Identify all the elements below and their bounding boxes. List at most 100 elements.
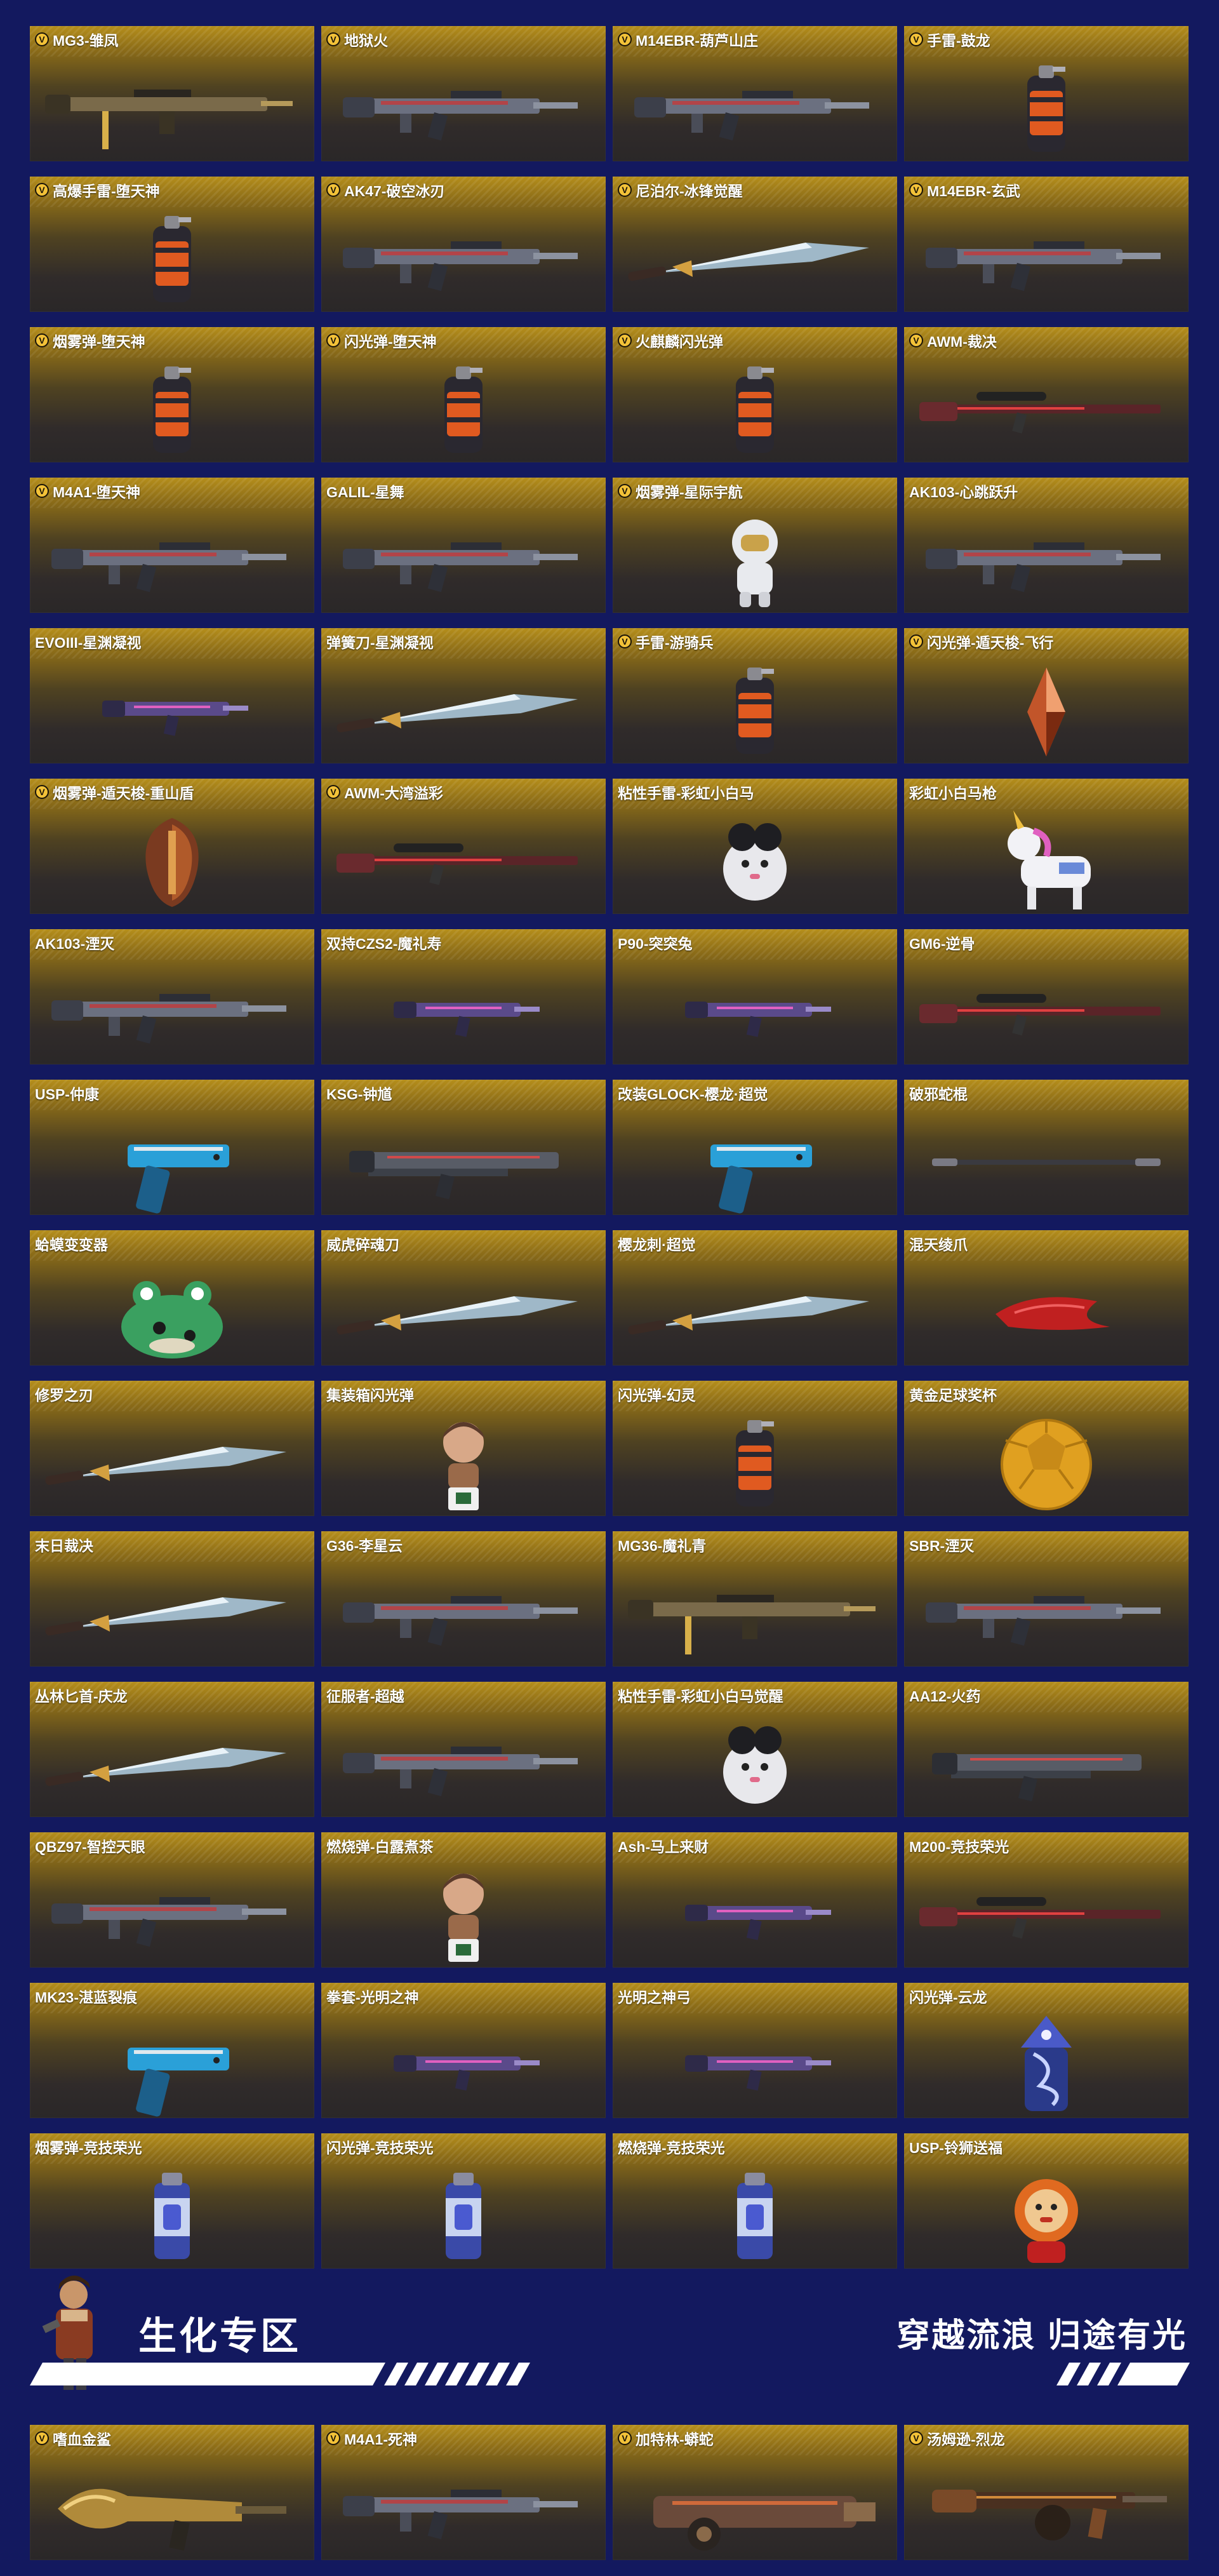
blade-icon xyxy=(613,202,897,312)
item-card[interactable]: GM6-逆骨 xyxy=(904,929,1189,1064)
item-card[interactable]: USP-仲康 xyxy=(30,1080,314,1215)
item-card[interactable]: V M14EBR-玄武 xyxy=(904,177,1189,312)
item-card[interactable]: P90-突突兔 xyxy=(613,929,897,1064)
item-card[interactable]: 破邪蛇棍 xyxy=(904,1080,1189,1215)
item-card[interactable]: Ash-马上来财 xyxy=(613,1832,897,1968)
item-card[interactable]: V 汤姆逊-烈龙 xyxy=(904,2425,1189,2560)
item-card[interactable]: AK103-湮灭 xyxy=(30,929,314,1064)
item-card[interactable]: GALIL-星舞 xyxy=(321,478,606,613)
item-card[interactable]: V 烟雾弹-堕天神 xyxy=(30,327,314,462)
item-card[interactable]: 闪光弹-云龙 xyxy=(904,1983,1189,2118)
item-name: AWM-大湾溢彩 xyxy=(344,785,443,802)
item-card[interactable]: 粘性手雷-彩虹小白马 xyxy=(613,779,897,914)
crystal-icon xyxy=(904,654,1189,763)
smg-icon xyxy=(321,2008,606,2118)
item-card[interactable]: KSG-钟馗 xyxy=(321,1080,606,1215)
item-card[interactable]: G36-李星云 xyxy=(321,1531,606,1667)
item-card[interactable]: V 闪光弹-遁天梭-飞行 xyxy=(904,628,1189,763)
item-card[interactable]: V 地狱火 xyxy=(321,26,606,161)
item-header: 燃烧弹-白露煮茶 xyxy=(326,1836,601,1855)
item-card[interactable]: V 手雷-游骑兵 xyxy=(613,628,897,763)
item-card[interactable]: V 烟雾弹-遁天梭-重山盾 xyxy=(30,779,314,914)
item-card[interactable]: 征服者-超越 xyxy=(321,1682,606,1817)
item-card[interactable]: 修罗之刃 xyxy=(30,1381,314,1516)
item-card[interactable]: V MG3-雏凤 xyxy=(30,26,314,161)
item-card[interactable]: USP-铃狮送福 xyxy=(904,2133,1189,2269)
item-card[interactable]: 烟雾弹-竞技荣光 xyxy=(30,2133,314,2269)
item-card[interactable]: 拳套-光明之神 xyxy=(321,1983,606,2118)
item-name: 闪光弹-幻灵 xyxy=(618,1387,696,1404)
pistol-icon xyxy=(30,1105,314,1215)
item-header: AK103-湮灭 xyxy=(35,933,309,952)
item-header: V 加特林-蟒蛇 xyxy=(618,2429,892,2448)
frog-icon xyxy=(30,1256,314,1365)
item-header: V 烟雾弹-遁天梭-重山盾 xyxy=(35,782,309,802)
item-card[interactable]: 双持CZS2-魔礼寿 xyxy=(321,929,606,1064)
item-name: AK103-心跳跃升 xyxy=(909,484,1018,500)
item-card[interactable]: 改装GLOCK-樱龙·超觉 xyxy=(613,1080,897,1215)
item-name: 威虎碎魂刀 xyxy=(326,1237,399,1253)
item-name: 彩虹小白马枪 xyxy=(909,785,997,802)
item-card[interactable]: V 加特林-蟒蛇 xyxy=(613,2425,897,2560)
item-header: 闪光弹-竞技荣光 xyxy=(326,2137,601,2156)
item-header: 集装箱闪光弹 xyxy=(326,1385,601,1404)
item-card[interactable]: V 闪光弹-堕天神 xyxy=(321,327,606,462)
item-card[interactable]: V AK47-破空冰刃 xyxy=(321,177,606,312)
item-card[interactable]: 光明之神弓 xyxy=(613,1983,897,2118)
item-card[interactable]: 丛林匕首-庆龙 xyxy=(30,1682,314,1817)
item-card[interactable]: V 火麒麟闪光弹 xyxy=(613,327,897,462)
item-card[interactable]: 粘性手雷-彩虹小白马觉醒 xyxy=(613,1682,897,1817)
blade-icon xyxy=(321,654,606,763)
tommy-gun-icon xyxy=(904,2450,1189,2560)
item-card[interactable]: M200-竞技荣光 xyxy=(904,1832,1189,1968)
vip-badge-icon: V xyxy=(35,785,49,799)
item-card[interactable]: V 嗜血金鲨 xyxy=(30,2425,314,2560)
vip-badge-icon: V xyxy=(326,32,340,46)
item-name: 弹簧刀-星渊凝视 xyxy=(326,634,434,651)
item-card[interactable]: V 高爆手雷-堕天神 xyxy=(30,177,314,312)
item-header: 弹簧刀-星渊凝视 xyxy=(326,632,601,651)
item-card[interactable]: V 手雷-鼓龙 xyxy=(904,26,1189,161)
item-card[interactable]: AK103-心跳跃升 xyxy=(904,478,1189,613)
item-card[interactable]: V M4A1-死神 xyxy=(321,2425,606,2560)
can-icon xyxy=(30,2159,314,2269)
item-card[interactable]: 燃烧弹-竞技荣光 xyxy=(613,2133,897,2269)
gatling-icon xyxy=(613,2450,897,2560)
item-card[interactable]: 混天绫爪 xyxy=(904,1230,1189,1365)
item-card[interactable]: 彩虹小白马枪 xyxy=(904,779,1189,914)
item-card[interactable]: 威虎碎魂刀 xyxy=(321,1230,606,1365)
unicorn-icon xyxy=(904,804,1189,914)
item-header: V 高爆手雷-堕天神 xyxy=(35,180,309,199)
item-card[interactable]: 集装箱闪光弹 xyxy=(321,1381,606,1516)
item-header: 混天绫爪 xyxy=(909,1234,1183,1253)
item-card[interactable]: 弹簧刀-星渊凝视 xyxy=(321,628,606,763)
item-card[interactable]: 闪光弹-竞技荣光 xyxy=(321,2133,606,2269)
item-card[interactable]: V 尼泊尔-冰锋觉醒 xyxy=(613,177,897,312)
item-card[interactable]: MG36-魔礼青 xyxy=(613,1531,897,1667)
item-card[interactable]: SBR-湮灭 xyxy=(904,1531,1189,1667)
item-card[interactable]: V AWM-裁决 xyxy=(904,327,1189,462)
item-header: V AK47-破空冰刃 xyxy=(326,180,601,199)
item-card[interactable]: 蛤蟆变变器 xyxy=(30,1230,314,1365)
item-card[interactable]: 闪光弹-幻灵 xyxy=(613,1381,897,1516)
item-name: USP-仲康 xyxy=(35,1086,99,1103)
item-header: AK103-心跳跃升 xyxy=(909,481,1183,500)
item-card[interactable]: QBZ97-智控天眼 xyxy=(30,1832,314,1968)
item-header: 破邪蛇棍 xyxy=(909,1083,1183,1103)
item-card[interactable]: EVOIII-星渊凝视 xyxy=(30,628,314,763)
machine-gun-icon xyxy=(613,1557,897,1667)
item-name: AK103-湮灭 xyxy=(35,936,115,952)
item-card[interactable]: 末日裁决 xyxy=(30,1531,314,1667)
item-card[interactable]: 樱龙刺·超觉 xyxy=(613,1230,897,1365)
item-card[interactable]: 黄金足球奖杯 xyxy=(904,1381,1189,1516)
item-card[interactable]: 燃烧弹-白露煮茶 xyxy=(321,1832,606,1968)
item-card[interactable]: V M14EBR-葫芦山庄 xyxy=(613,26,897,161)
item-card[interactable]: V 烟雾弹-星际宇航 xyxy=(613,478,897,613)
item-card[interactable]: MK23-湛蓝裂痕 xyxy=(30,1983,314,2118)
item-name: 黄金足球奖杯 xyxy=(909,1387,997,1404)
item-card[interactable]: AA12-火药 xyxy=(904,1682,1189,1817)
vip-badge-icon: V xyxy=(909,183,923,197)
item-card[interactable]: V M4A1-堕天神 xyxy=(30,478,314,613)
item-card[interactable]: V AWM-大湾溢彩 xyxy=(321,779,606,914)
item-name: GALIL-星舞 xyxy=(326,484,404,500)
